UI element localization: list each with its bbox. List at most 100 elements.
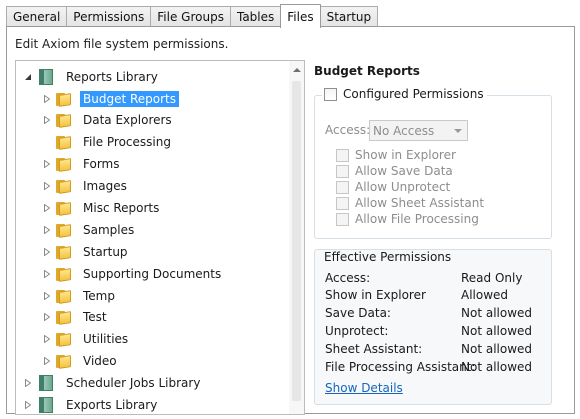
effective-label: Sheet Assistant: [325,342,423,356]
expand-arrow-icon[interactable] [42,203,52,213]
tree-item-label: Startup [83,244,128,259]
access-dropdown-value: No Access [373,123,435,138]
tree-item-samples[interactable]: Samples [42,219,137,240]
allow-save-data-option[interactable]: Allow Save Data [336,164,453,178]
expand-arrow-icon[interactable] [42,312,52,322]
effective-label: Unprotect: [325,324,389,338]
expand-arrow-icon[interactable] [42,247,52,257]
library-icon [39,374,53,391]
configured-permissions-label: Configured Permissions [343,87,484,101]
tree-item-startup[interactable]: Startup [42,241,131,262]
show-in-explorer-option[interactable]: Show in Explorer [336,148,456,162]
tree-item-label: Video [83,353,117,368]
tree-item-file-processing[interactable]: File Processing [56,131,174,152]
effective-label: Access: [325,271,371,285]
effective-value: Allowed [461,288,509,302]
tree-item-label: File Processing [83,134,171,149]
tab-strip: General Permissions File Groups Tables F… [6,4,379,28]
tab-file-groups[interactable]: File Groups [150,6,231,27]
tree-item-label: Data Explorers [83,112,172,127]
tree-item-reports-library[interactable]: Reports Library [23,66,161,87]
permission-label: Show in Explorer [355,148,456,162]
tree-item-label: Scheduler Jobs Library [66,375,201,390]
effective-permissions-legend: Effective Permissions [324,250,452,264]
folder-icon [56,201,72,216]
tree-item-video[interactable]: Video [42,350,120,371]
expand-arrow-icon[interactable] [42,356,52,366]
tree-item-budget-reports[interactable]: Budget Reports [42,88,180,109]
allow-file-processing-checkbox[interactable] [336,212,349,226]
scrollbar-thumb[interactable] [292,81,301,401]
permission-label: Allow Unprotect [355,180,451,194]
expand-arrow-icon[interactable] [42,334,52,344]
tree-item-label: Temp [83,288,115,303]
permission-label: Allow Save Data [355,164,453,178]
folder-icon [56,354,72,369]
expand-arrow-icon[interactable] [23,400,33,410]
collapse-arrow-icon[interactable] [23,72,33,82]
folder-icon [56,135,72,150]
effective-value: Read Only [461,271,523,285]
folder-icon [56,267,72,282]
expand-arrow-icon[interactable] [42,159,52,169]
expand-arrow-icon[interactable] [23,378,33,388]
library-icon [39,68,53,85]
tree-item-data-explorers[interactable]: Data Explorers [42,109,175,130]
tree-item-images[interactable]: Images [42,175,130,196]
allow-unprotect-checkbox[interactable] [336,180,349,194]
allow-file-processing-option[interactable]: Allow File Processing [336,212,479,226]
tab-general[interactable]: General [6,6,68,27]
folder-icon [56,245,72,260]
allow-save-data-checkbox[interactable] [336,164,349,178]
tree-item-label: Test [83,309,107,324]
folder-icon [56,157,72,172]
allow-unprotect-option[interactable]: Allow Unprotect [336,180,450,194]
tab-tables[interactable]: Tables [229,6,282,27]
tree-item-forms[interactable]: Forms [42,153,122,174]
tree-item-label: Supporting Documents [83,266,222,281]
folder-icon [56,223,72,238]
allow-sheet-assistant-option[interactable]: Allow Sheet Assistant [336,196,484,210]
tree-item-misc-reports[interactable]: Misc Reports [42,197,162,218]
expand-arrow-icon[interactable] [42,181,52,191]
folder-tree[interactable]: Reports Library Budget Reports Data Expl… [15,60,305,415]
expand-arrow-icon[interactable] [42,269,52,279]
configured-permissions-toggle[interactable]: Configured Permissions [322,87,487,101]
tree-item-label: Forms [83,156,120,171]
tab-files[interactable]: Files [280,4,321,28]
tree-item-scheduler-jobs-library[interactable]: Scheduler Jobs Library [23,372,203,393]
tree-item-temp[interactable]: Temp [42,285,118,306]
tree-item-utilities[interactable]: Utilities [42,328,131,349]
show-in-explorer-checkbox[interactable] [336,148,349,162]
expand-arrow-icon[interactable] [42,115,52,125]
effective-value: Not allowed [461,360,533,374]
tab-startup[interactable]: Startup [319,6,379,27]
effective-label: Save Data: [325,306,391,320]
access-dropdown[interactable]: No Access [369,120,468,141]
allow-sheet-assistant-checkbox[interactable] [336,196,349,210]
folder-icon [56,179,72,194]
tree-item-exports-library[interactable]: Exports Library [23,394,160,414]
permission-label: Allow Sheet Assistant [355,196,485,210]
scroll-up-arrow-icon[interactable] [293,68,301,72]
tree-item-supporting-documents[interactable]: Supporting Documents [42,263,224,284]
tree-item-label: Budget Reports [80,90,180,107]
tab-permissions[interactable]: Permissions [66,6,152,27]
tree-item-test[interactable]: Test [42,306,110,327]
expand-arrow-icon[interactable] [42,291,52,301]
selected-folder-title: Budget Reports [314,64,420,78]
folder-icon [56,332,72,347]
access-label: Access: [325,123,371,137]
show-details-link[interactable]: Show Details [325,381,403,395]
tree-scrollbar[interactable] [289,61,304,414]
expand-arrow-icon[interactable] [42,225,52,235]
configured-permissions-checkbox[interactable] [324,87,337,101]
expand-arrow-icon[interactable] [42,94,52,104]
folder-icon [56,92,72,107]
effective-label: File Processing Assistant: [325,360,476,374]
effective-value: Not allowed [461,324,533,338]
library-icon [39,396,53,413]
folder-icon [56,113,72,128]
tree-item-label: Misc Reports [83,200,160,215]
page-description: Edit Axiom file system permissions. [15,37,229,51]
